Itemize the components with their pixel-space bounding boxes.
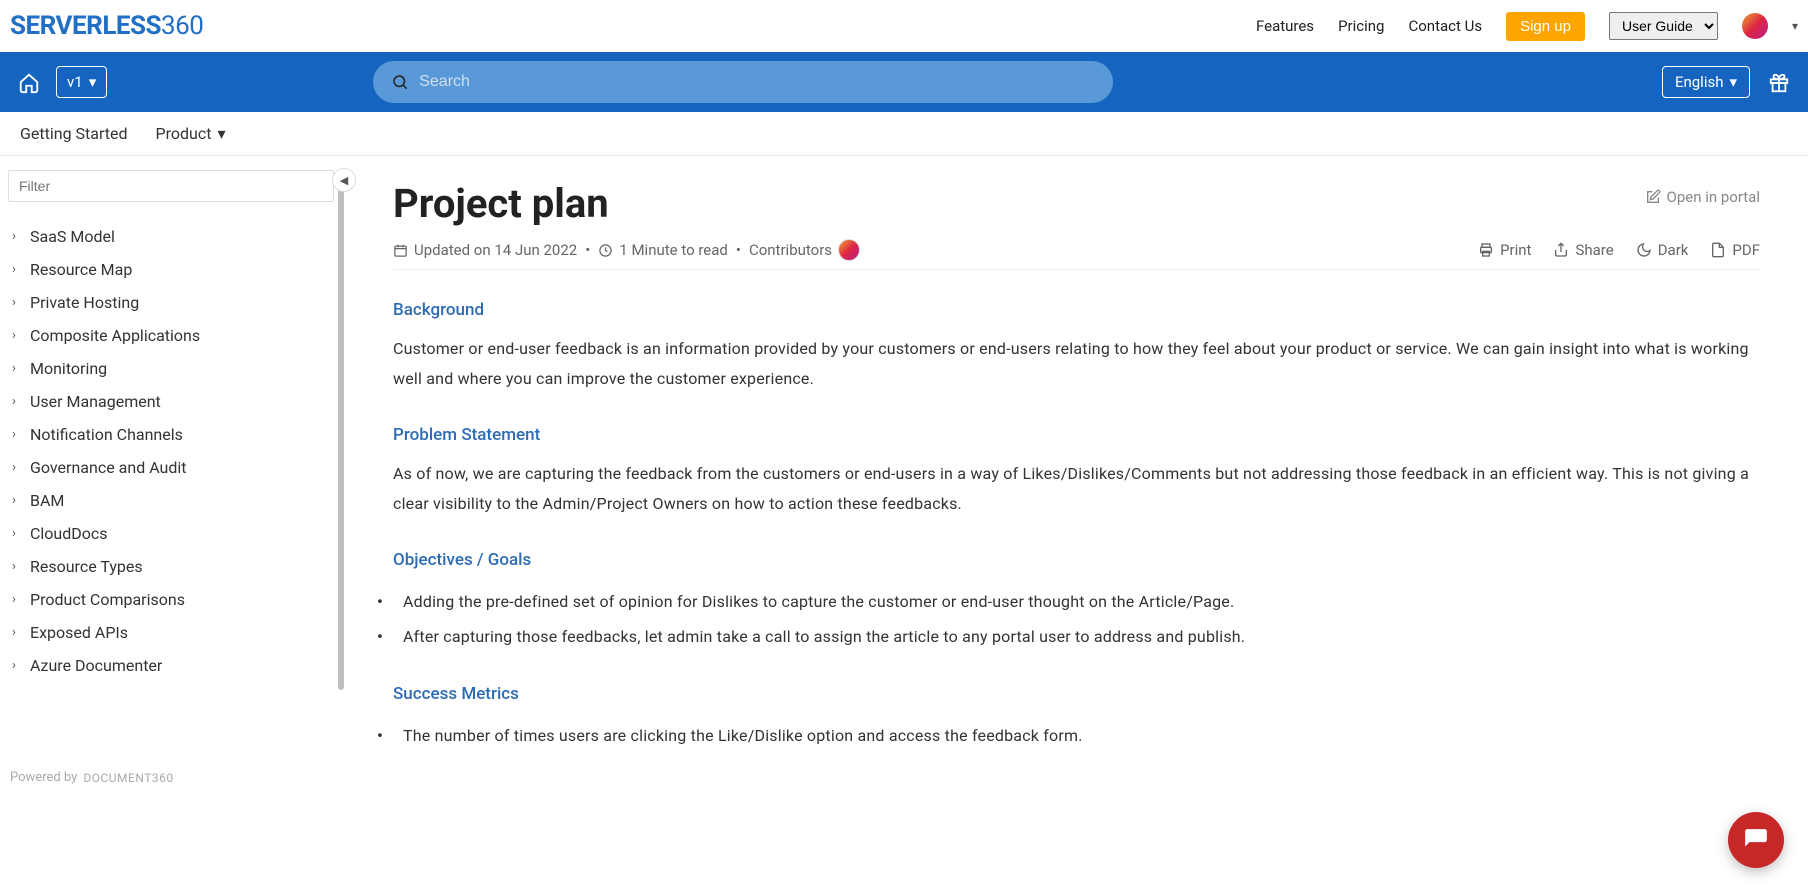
sidebar-item-monitoring[interactable]: ›Monitoring: [8, 352, 336, 385]
sidebar-item-saas-model[interactable]: ›SaaS Model: [8, 220, 336, 253]
objectives-list: Adding the pre-defined set of opinion fo…: [393, 584, 1760, 654]
powered-by: Powered by DOCUMENT360: [10, 770, 174, 785]
sidebar-item-product-comparisons[interactable]: ›Product Comparisons: [8, 583, 336, 616]
nav-features[interactable]: Features: [1256, 17, 1314, 35]
chevron-right-icon: ›: [12, 625, 22, 640]
gift-icon[interactable]: [1768, 70, 1790, 95]
sidebar-item-notification-channels[interactable]: ›Notification Channels: [8, 418, 336, 451]
calendar-icon: [393, 243, 408, 258]
sidebar-item-governance-and-audit[interactable]: ›Governance and Audit: [8, 451, 336, 484]
list-item: Adding the pre-defined set of opinion fo…: [393, 584, 1760, 619]
version-select[interactable]: v1 ▾: [56, 66, 107, 98]
chevron-down-icon: ▾: [217, 124, 225, 143]
article-meta: Updated on 14 Jun 2022 • 1 Minute to rea…: [393, 239, 1760, 270]
chevron-down-icon: ▾: [1729, 73, 1737, 91]
chevron-right-icon: ›: [12, 460, 22, 475]
top-header: SERVERLESS360 Features Pricing Contact U…: [0, 0, 1808, 52]
list-item: After capturing those feedbacks, let adm…: [393, 619, 1760, 654]
clock-icon: [598, 243, 613, 258]
main: ›SaaS Model ›Resource Map ›Private Hosti…: [0, 156, 1808, 793]
section-objectives-heading: Objectives / Goals: [393, 550, 1760, 570]
subnav-getting-started[interactable]: Getting Started: [20, 124, 128, 143]
home-icon[interactable]: [18, 70, 40, 95]
share-icon: [1553, 242, 1569, 258]
chevron-right-icon: ›: [12, 427, 22, 442]
page-title: Project plan: [393, 180, 609, 227]
sidebar-item-resource-map[interactable]: ›Resource Map: [8, 253, 336, 286]
nav-pricing[interactable]: Pricing: [1338, 17, 1384, 35]
chevron-down-icon[interactable]: ▾: [1792, 19, 1798, 33]
section-metrics-heading: Success Metrics: [393, 684, 1760, 704]
section-problem-heading: Problem Statement: [393, 425, 1760, 445]
language-select[interactable]: English ▾: [1662, 66, 1750, 98]
sidebar-item-azure-documenter[interactable]: ›Azure Documenter: [8, 649, 336, 682]
chevron-right-icon: ›: [12, 658, 22, 673]
chevron-right-icon: ›: [12, 394, 22, 409]
print-button[interactable]: Print: [1478, 241, 1531, 259]
sidebar-item-private-hosting[interactable]: ›Private Hosting: [8, 286, 336, 319]
metrics-list: The number of times users are clicking t…: [393, 718, 1760, 753]
sidebar-item-user-management[interactable]: ›User Management: [8, 385, 336, 418]
chevron-right-icon: ›: [12, 328, 22, 343]
logo-prefix: SERVERLESS: [10, 11, 161, 41]
nav-contact[interactable]: Contact Us: [1408, 17, 1482, 35]
chevron-down-icon: ▾: [89, 73, 97, 91]
subnav-product[interactable]: Product ▾: [156, 124, 226, 143]
sidebar-item-bam[interactable]: ›BAM: [8, 484, 336, 517]
chevron-right-icon: ›: [12, 361, 22, 376]
section-problem-text: As of now, we are capturing the feedback…: [393, 459, 1760, 520]
moon-icon: [1636, 242, 1652, 258]
avatar[interactable]: [1742, 13, 1768, 39]
print-icon: [1478, 242, 1494, 258]
logo-suffix: 360: [161, 11, 203, 41]
user-guide-select[interactable]: User Guide: [1609, 12, 1718, 40]
chevron-right-icon: ›: [12, 526, 22, 541]
file-icon: [1710, 242, 1726, 258]
chevron-right-icon: ›: [12, 295, 22, 310]
search-input[interactable]: [419, 73, 1095, 91]
share-button[interactable]: Share: [1553, 241, 1613, 259]
sidebar-nav-list: ›SaaS Model ›Resource Map ›Private Hosti…: [8, 220, 336, 682]
chevron-right-icon: ›: [12, 262, 22, 277]
list-item: The number of times users are clicking t…: [393, 718, 1760, 753]
top-nav: Features Pricing Contact Us Sign up User…: [1256, 12, 1798, 41]
chevron-right-icon: ›: [12, 559, 22, 574]
section-background-heading: Background: [393, 300, 1760, 320]
sidebar-item-resource-types[interactable]: ›Resource Types: [8, 550, 336, 583]
search-icon: [391, 73, 409, 91]
contributors: Contributors: [749, 239, 860, 261]
edit-icon: [1645, 189, 1661, 205]
search-box[interactable]: [373, 61, 1113, 103]
sub-nav: Getting Started Product ▾: [0, 112, 1808, 156]
dark-mode-button[interactable]: Dark: [1636, 241, 1689, 259]
sidebar-scrollbar[interactable]: [338, 156, 344, 793]
chevron-right-icon: ›: [12, 592, 22, 607]
chevron-right-icon: ›: [12, 229, 22, 244]
blue-bar: v1 ▾ English ▾: [0, 52, 1808, 112]
open-in-portal-link[interactable]: Open in portal: [1645, 188, 1761, 206]
chevron-right-icon: ›: [12, 493, 22, 508]
read-time: 1 Minute to read: [598, 241, 728, 259]
contributor-avatar[interactable]: [838, 239, 860, 261]
section-background-text: Customer or end-user feedback is an info…: [393, 334, 1760, 395]
sidebar-item-clouddocs[interactable]: ›CloudDocs: [8, 517, 336, 550]
sidebar: ›SaaS Model ›Resource Map ›Private Hosti…: [0, 156, 345, 793]
article-content: Project plan Open in portal Updated on 1…: [345, 156, 1808, 793]
signup-button[interactable]: Sign up: [1506, 12, 1585, 41]
sidebar-item-exposed-apis[interactable]: ›Exposed APIs: [8, 616, 336, 649]
collapse-sidebar-button[interactable]: ◀: [332, 168, 356, 192]
sidebar-item-composite-applications[interactable]: ›Composite Applications: [8, 319, 336, 352]
chat-button[interactable]: [1728, 812, 1784, 868]
updated-date: Updated on 14 Jun 2022: [393, 241, 577, 259]
pdf-button[interactable]: PDF: [1710, 241, 1760, 259]
chevron-left-icon: ◀: [340, 174, 348, 187]
chat-icon: [1743, 827, 1769, 853]
filter-input[interactable]: [8, 170, 334, 202]
logo[interactable]: SERVERLESS360: [10, 11, 203, 41]
